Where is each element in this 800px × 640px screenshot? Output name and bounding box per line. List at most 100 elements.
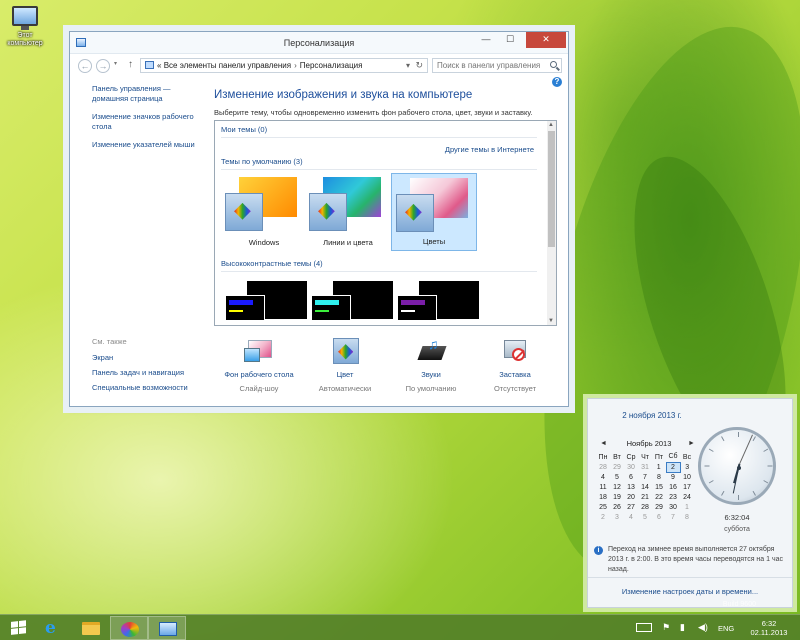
network-icon[interactable]: ▮: [680, 622, 685, 633]
calendar-day[interactable]: 8: [652, 472, 666, 482]
calendar-day[interactable]: 18: [596, 492, 610, 502]
calendar-day[interactable]: 5: [610, 472, 624, 482]
calendar-day[interactable]: 19: [610, 492, 624, 502]
theme-windows[interactable]: Windows: [221, 173, 307, 251]
minimize-button[interactable]: —: [474, 32, 498, 48]
breadcrumb-personalization[interactable]: Персонализация: [300, 61, 363, 70]
calendar-day[interactable]: 28: [638, 502, 652, 512]
theme-flowers[interactable]: Цветы: [391, 173, 477, 251]
calendar-day[interactable]: 23: [666, 492, 680, 502]
color-item[interactable]: ◆ Цвет Автоматически: [300, 338, 390, 393]
calendar-day[interactable]: 12: [610, 482, 624, 492]
calendar-day[interactable]: 2: [596, 512, 610, 522]
change-datetime-link[interactable]: Изменение настроек даты и времени...: [588, 587, 792, 596]
scroll-up-icon[interactable]: ▲: [548, 122, 554, 128]
sidebar-link-mouse-pointers[interactable]: Изменение указателей мыши: [92, 140, 204, 150]
scroll-down-icon[interactable]: ▼: [548, 318, 554, 324]
help-icon[interactable]: ?: [552, 77, 562, 87]
calendar-day-today[interactable]: 2: [665, 461, 681, 473]
screensaver-item[interactable]: Заставка Отсутствует: [470, 338, 560, 393]
calendar-day[interactable]: 11: [596, 482, 610, 492]
calendar-day[interactable]: 7: [666, 512, 680, 522]
search-box[interactable]: [432, 58, 562, 73]
calendar-day[interactable]: 9: [666, 472, 680, 482]
calendar-day[interactable]: 5: [638, 512, 652, 522]
see-also-taskbar[interactable]: Панель задач и навигация: [92, 368, 212, 377]
taskbar-control-panel[interactable]: [148, 616, 186, 640]
calendar-day[interactable]: 10: [680, 472, 694, 482]
taskbar-paint[interactable]: [110, 616, 148, 640]
taskbar-clock[interactable]: 6:32 02.11.2013: [746, 619, 792, 637]
taskbar-file-explorer[interactable]: [72, 616, 110, 640]
calendar-day[interactable]: 30: [624, 462, 638, 472]
calendar-day[interactable]: 3: [610, 512, 624, 522]
group-divider: [221, 137, 537, 138]
scrollbar-thumb[interactable]: [548, 131, 555, 247]
close-button[interactable]: ✕: [526, 32, 566, 48]
calendar-day[interactable]: 6: [624, 472, 638, 482]
calendar-day[interactable]: 4: [596, 472, 610, 482]
input-language[interactable]: ENG: [718, 624, 734, 633]
start-button[interactable]: [0, 616, 38, 640]
desktop-icon-computer[interactable]: Этот компьютер: [4, 6, 46, 48]
calendar-day[interactable]: 16: [666, 482, 680, 492]
sidebar-link-home[interactable]: Панель управления — домашняя страница: [92, 84, 204, 103]
calendar-day[interactable]: 31: [638, 462, 652, 472]
calendar-day[interactable]: 6: [652, 512, 666, 522]
calendar-day[interactable]: 26: [610, 502, 624, 512]
address-overflow[interactable]: «: [157, 61, 161, 70]
theme-high-contrast-1[interactable]: [221, 281, 307, 321]
calendar-day[interactable]: 3: [680, 462, 694, 472]
calendar-day[interactable]: 27: [624, 502, 638, 512]
back-button[interactable]: ←: [78, 59, 92, 73]
calendar-day[interactable]: 1: [652, 462, 666, 472]
calendar-day[interactable]: 14: [638, 482, 652, 492]
theme-lines-colors[interactable]: Линии и цвета: [305, 173, 391, 251]
weekday-label: Сб: [668, 453, 678, 461]
volume-icon[interactable]: ◀): [698, 622, 708, 633]
themes-scrollbar[interactable]: ▲ ▼: [547, 121, 556, 325]
recent-locations-icon[interactable]: ▾: [114, 60, 117, 67]
calendar-day[interactable]: 17: [680, 482, 694, 492]
calendar-day[interactable]: 22: [652, 492, 666, 502]
calendar-day[interactable]: 29: [652, 502, 666, 512]
action-center-flag-icon[interactable]: ⚑: [662, 622, 670, 633]
calendar-day[interactable]: 4: [624, 512, 638, 522]
keyboard-icon[interactable]: [636, 623, 652, 632]
calendar-day[interactable]: 28: [596, 462, 610, 472]
calendar-day[interactable]: 21: [638, 492, 652, 502]
online-themes-link[interactable]: Другие темы в Интернете: [445, 145, 534, 154]
next-month-icon[interactable]: ►: [688, 440, 695, 447]
breadcrumb-all-items[interactable]: Все элементы панели управления: [164, 61, 291, 70]
calendar-day[interactable]: 29: [610, 462, 624, 472]
theme-high-contrast-3[interactable]: [393, 281, 479, 321]
sounds-item[interactable]: ♫ Звуки По умолчанию: [386, 336, 476, 393]
calendar-day[interactable]: 8: [680, 512, 694, 522]
full-date-link[interactable]: 2 ноября 2013 г.: [588, 411, 716, 420]
taskbar-internet-explorer[interactable]: e: [34, 616, 72, 640]
breadcrumb-separator[interactable]: ›: [294, 61, 297, 70]
up-button[interactable]: ↑: [128, 59, 133, 70]
sidebar-link-desktop-icons[interactable]: Изменение значков рабочего стола: [92, 112, 204, 131]
refresh-icon[interactable]: ↻: [415, 59, 423, 72]
theme-high-contrast-2[interactable]: [307, 281, 393, 321]
calendar-day[interactable]: 30: [666, 502, 680, 512]
calendar-day[interactable]: 24: [680, 492, 694, 502]
forward-button[interactable]: →: [96, 59, 110, 73]
see-also-display[interactable]: Экран: [92, 353, 212, 362]
see-also-accessibility[interactable]: Специальные возможности: [92, 383, 212, 392]
calendar-day[interactable]: 7: [638, 472, 652, 482]
calendar-day[interactable]: 13: [624, 482, 638, 492]
month-title[interactable]: Ноябрь 2013: [606, 439, 692, 448]
maximize-button[interactable]: ☐: [498, 32, 522, 48]
search-icon[interactable]: [550, 61, 557, 68]
search-input[interactable]: [433, 59, 543, 72]
calendar-day[interactable]: 20: [624, 492, 638, 502]
address-bar[interactable]: « Все элементы панели управления › Персона…: [140, 58, 428, 73]
calendar-day[interactable]: 1: [680, 502, 694, 512]
calendar-day[interactable]: 25: [596, 502, 610, 512]
address-dropdown-icon[interactable]: ▾: [406, 59, 410, 72]
calendar-day[interactable]: 15: [652, 482, 666, 492]
title-bar[interactable]: Персонализация — ☐ ✕: [70, 32, 568, 54]
desktop-background-item[interactable]: Фон рабочего стола Слайд-шоу: [214, 338, 304, 393]
